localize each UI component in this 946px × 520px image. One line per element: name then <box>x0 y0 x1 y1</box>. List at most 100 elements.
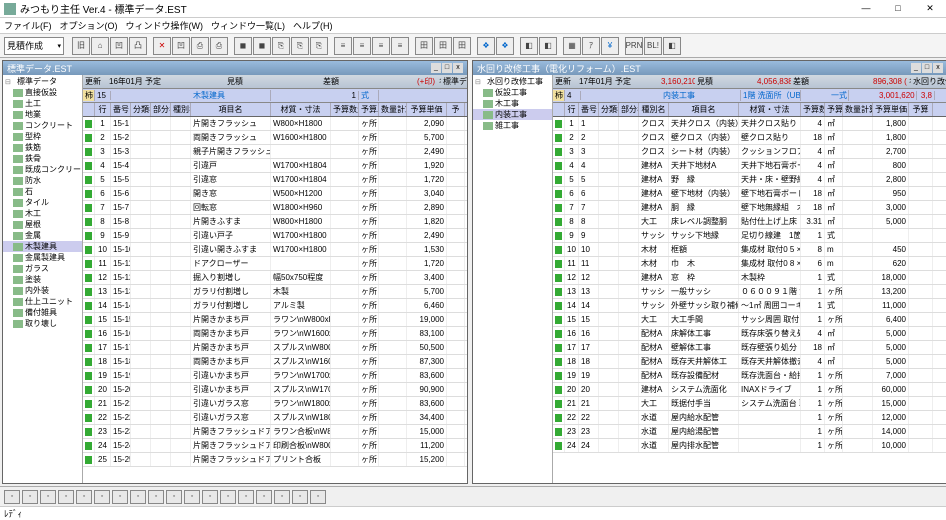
table-row[interactable]: 1615-16両開きかまち戸ラワン\nW1600xH2000ヶ所83,100 <box>83 327 467 341</box>
status-thumb[interactable]: ▫ <box>292 490 308 504</box>
toolbar-button-28[interactable]: ◧ <box>520 37 538 55</box>
table-row[interactable]: 1515-15片開きかまち戸ラワン\nW800xH2000ヶ所19,000 <box>83 313 467 327</box>
table-row[interactable]: 115-1片開きフラッシュW800×H1800ヶ所2,090 <box>83 117 467 131</box>
table-row[interactable]: 33クロスシート材（内装）クッションフロア（Ｂレベル調整）4㎡2,700 <box>553 145 946 159</box>
toolbar-button-33[interactable]: ¥ <box>601 37 619 55</box>
tree-item[interactable]: 内装工事 <box>473 109 552 120</box>
pane-close-icon[interactable]: x <box>933 63 943 73</box>
tree-item[interactable]: 雑工事 <box>473 120 552 131</box>
toolbar-button-23[interactable]: 田 <box>453 37 471 55</box>
tree-item[interactable]: タイル <box>3 197 82 208</box>
toolbar-button-29[interactable]: ◧ <box>539 37 557 55</box>
toolbar-button-6[interactable]: 凹 <box>172 37 190 55</box>
tree-item[interactable]: 型枠 <box>3 131 82 142</box>
tree-item[interactable]: 屋根 <box>3 219 82 230</box>
table-row[interactable]: 915-9引違い戸子W1700×H1800ヶ所2,490 <box>83 229 467 243</box>
table-row[interactable]: 1315-13ガラリ付割増し木製ヶ所5,700 <box>83 285 467 299</box>
table-row[interactable]: 1919配材A既存設備配材既存洗面台・給排水・処分1ヶ所7,000 <box>553 369 946 383</box>
toolbar-button-36[interactable]: BL! <box>644 37 662 55</box>
table-row[interactable]: 2215-22引違いガラス窓スプルス\nW1800xH1200ヶ所34,400 <box>83 411 467 425</box>
table-row[interactable]: 1415-14ガラリ付割増しアルミ製ヶ所6,460 <box>83 299 467 313</box>
tree-item[interactable]: 直接仮設 <box>3 87 82 98</box>
table-row[interactable]: 815-8片開きふすまW800×H1800ヶ所1,820 <box>83 215 467 229</box>
table-row[interactable]: 1115-11ドアクローザーヶ所1,720 <box>83 257 467 271</box>
tree-item[interactable]: 備付雑具 <box>3 307 82 318</box>
status-thumb[interactable]: ▫ <box>76 490 92 504</box>
toolbar-button-10[interactable]: ◼ <box>234 37 252 55</box>
table-row[interactable]: 2323水道屋内給湯配管1ヶ所14,000 <box>553 425 946 439</box>
tree-item[interactable]: 仮設工事 <box>473 87 552 98</box>
table-row[interactable]: 1414サッシ外壁サッシ取り補修材～1㎡ 周囲コーキング打1式11,000 <box>553 299 946 313</box>
status-thumb[interactable]: ▫ <box>112 490 128 504</box>
table-row[interactable]: 615-6開き窓W500×H1200ヶ所3,040 <box>83 187 467 201</box>
menu-file[interactable]: ファイル(F) <box>4 19 52 32</box>
pane-close-icon[interactable]: x <box>453 63 463 73</box>
table-row[interactable]: 1616配材A床解体工事既存床張り替え処分4㎡5,000 <box>553 327 946 341</box>
tree-item[interactable]: ガラス <box>3 263 82 274</box>
status-thumb[interactable]: ▫ <box>166 490 182 504</box>
status-thumb[interactable]: ▫ <box>4 490 20 504</box>
table-row[interactable]: 2415-24片開きフラッシュドア印刷合板\nW800xH2000ヶ所11,20… <box>83 439 467 453</box>
table-row[interactable]: 515-5引違窓W1700×H1804ヶ所1,720 <box>83 173 467 187</box>
tree-item[interactable]: コンクリート <box>3 120 82 131</box>
grid-left[interactable]: 行 番号 分類名 部分名 種別名 項目名 材質・寸法 予算数量 予算単位 数量計… <box>83 103 467 483</box>
toolbar-button-25[interactable]: ❖ <box>477 37 495 55</box>
toolbar-button-8[interactable]: ⎙ <box>210 37 228 55</box>
status-thumb[interactable]: ▫ <box>220 490 236 504</box>
status-thumb[interactable]: ▫ <box>58 490 74 504</box>
status-thumb[interactable]: ▫ <box>274 490 290 504</box>
table-row[interactable]: 1215-12掘入り割増し幅50x750程度ヶ所3,400 <box>83 271 467 285</box>
table-row[interactable]: 1717配材A壁解体工事既存壁張り処分18㎡5,000 <box>553 341 946 355</box>
status-thumb[interactable]: ▫ <box>130 490 146 504</box>
tree-item[interactable]: 金属 <box>3 230 82 241</box>
table-row[interactable]: 1313サッシ一般サッシ０６００９１階 洗面所1ヶ所13,200 <box>553 285 946 299</box>
toolbar-button-12[interactable]: ⎘ <box>272 37 290 55</box>
toolbar-button-22[interactable]: 田 <box>434 37 452 55</box>
toolbar-button-14[interactable]: ⎘ <box>310 37 328 55</box>
table-row[interactable]: 1010木材框額集成材 取付0 5 ×8m450 <box>553 243 946 257</box>
toolbar-button-31[interactable]: ▦ <box>563 37 581 55</box>
close-button[interactable]: ✕ <box>918 3 942 14</box>
table-row[interactable]: 2020建材Aシステム洗面化INAXドライブ1ヶ所60,000 <box>553 383 946 397</box>
toolbar-button-21[interactable]: 田 <box>415 37 433 55</box>
tree-item[interactable]: 防水 <box>3 175 82 186</box>
status-thumb[interactable]: ▫ <box>256 490 272 504</box>
table-row[interactable]: 1818配材A既存天井解体工既存天井解体撤去4㎡5,000 <box>553 355 946 369</box>
toolbar-button-2[interactable]: 凹 <box>110 37 128 55</box>
table-row[interactable]: 2315-23片開きフラッシュドアラワン合板\nW800xH2000ヶ所15,0… <box>83 425 467 439</box>
table-row[interactable]: 215-2両開きフラッシュW1600×H1800ヶ所5,700 <box>83 131 467 145</box>
tree-item[interactable]: 仕上ユニット <box>3 296 82 307</box>
table-row[interactable]: 415-4引違戸W1700×H1804ヶ所1,920 <box>83 159 467 173</box>
table-row[interactable]: 1715-17片開きかまち戸スプルス\nW800xH2000ヶ所50,500 <box>83 341 467 355</box>
menu-help[interactable]: ヘルプ(H) <box>293 19 333 32</box>
maximize-button[interactable]: □ <box>886 3 910 14</box>
toolbar-button-17[interactable]: ≡ <box>353 37 371 55</box>
grid-right[interactable]: 行 番号 分類名 部分名 種別名 項目名 材質・寸法 予算数量 予算単位 数量計… <box>553 103 946 483</box>
toolbar-button-35[interactable]: PRN <box>625 37 643 55</box>
table-row[interactable]: 2424水道屋内排水配管1ヶ所10,000 <box>553 439 946 453</box>
toolbar-button-19[interactable]: ≡ <box>391 37 409 55</box>
tree-item[interactable]: 取り壊し <box>3 318 82 329</box>
table-row[interactable]: 1815-18両開きかまち戸スプルス\nW1600xH2000ヶ所87,300 <box>83 355 467 369</box>
tree-item[interactable]: 石 <box>3 186 82 197</box>
pane-max-icon[interactable]: □ <box>442 63 452 73</box>
toolbar-button-18[interactable]: ≡ <box>372 37 390 55</box>
toolbar-button-13[interactable]: ⎘ <box>291 37 309 55</box>
toolbar-button-3[interactable]: 凸 <box>129 37 147 55</box>
table-row[interactable]: 715-7回転窓W1800×H960ヶ所2,890 <box>83 201 467 215</box>
tree-item[interactable]: 金属製建具 <box>3 252 82 263</box>
table-row[interactable]: 2121大工既据付手当システム洗面台 取付1ヶ所15,000 <box>553 397 946 411</box>
tree-item[interactable]: 塗装 <box>3 274 82 285</box>
tree-item[interactable]: 木工事 <box>473 98 552 109</box>
minimize-button[interactable]: — <box>854 3 878 14</box>
status-thumb[interactable]: ▫ <box>184 490 200 504</box>
status-thumb[interactable]: ▫ <box>202 490 218 504</box>
pane-min-icon[interactable]: _ <box>431 63 441 73</box>
menu-option[interactable]: オプション(O) <box>60 19 118 32</box>
tree-item[interactable]: 既成コンクリー <box>3 164 82 175</box>
toolbar-button-0[interactable]: 旧 <box>72 37 90 55</box>
table-row[interactable]: 66建材A壁下地材（内装）壁下地石膏ボード貼り18㎡950 <box>553 187 946 201</box>
status-thumb[interactable]: ▫ <box>94 490 110 504</box>
tree-item[interactable]: 土工 <box>3 98 82 109</box>
toolbar-button-5[interactable]: ✕ <box>153 37 171 55</box>
